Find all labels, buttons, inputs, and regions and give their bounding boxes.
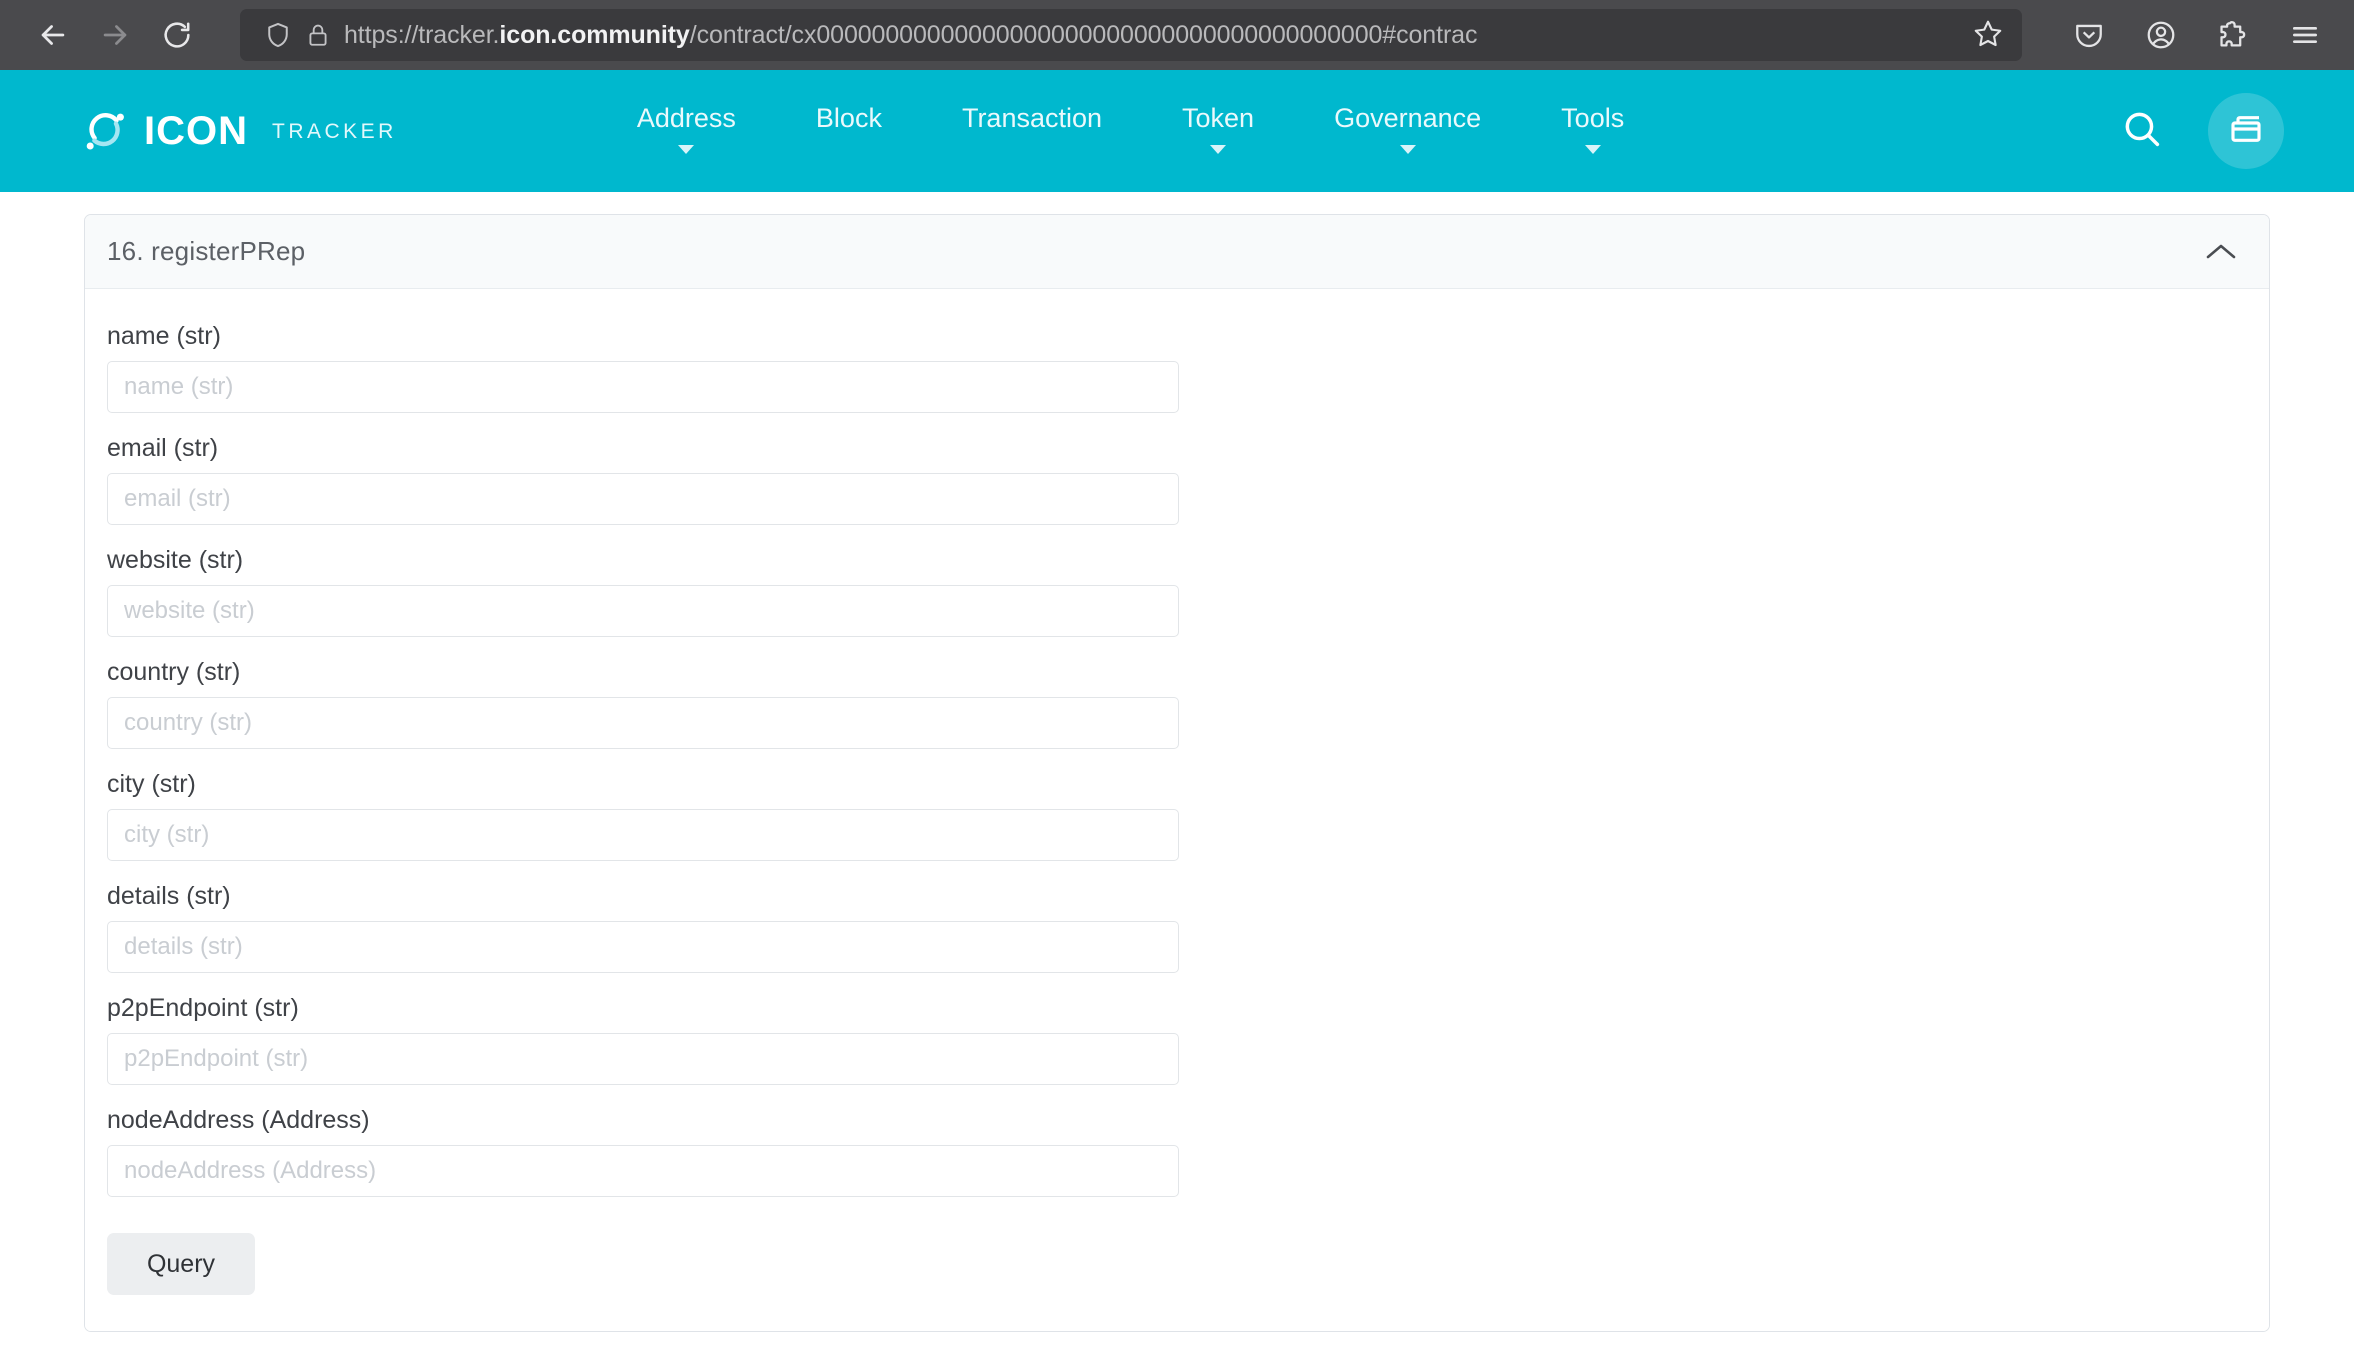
account-button[interactable]: [2134, 9, 2188, 61]
field-email: email (str): [107, 427, 2247, 525]
nav-label: Tools: [1561, 103, 1625, 133]
field-label: details (str): [107, 882, 231, 910]
chevron-up-icon[interactable]: [2201, 239, 2241, 265]
field-website: website (str): [107, 539, 2247, 637]
back-arrow-icon: [36, 18, 70, 52]
address-bar[interactable]: https://tracker.icon.community/contract/…: [240, 9, 2022, 61]
field-label: nodeAddress (Address): [107, 1106, 370, 1134]
details-input[interactable]: [107, 921, 1179, 973]
puzzle-piece-icon: [2217, 19, 2249, 51]
site-header: ICON TRACKER Address Block Transaction T…: [0, 70, 2354, 192]
url-host: icon.community: [499, 20, 690, 49]
browser-toolbar: https://tracker.icon.community/contract/…: [0, 0, 2354, 70]
chevron-down-icon: [1584, 145, 1601, 154]
url-path: /contract/cx0000000000000000000000000000…: [689, 20, 1478, 49]
nav-label: Governance: [1334, 103, 1482, 133]
field-label: city (str): [107, 770, 196, 798]
field-city: city (str): [107, 763, 2247, 861]
site-logo[interactable]: ICON TRACKER: [82, 108, 397, 154]
chevron-down-icon: [1210, 145, 1227, 154]
nav-item-token[interactable]: Token: [1142, 101, 1294, 161]
method-header-toggle[interactable]: 16. registerPRep: [85, 215, 2269, 289]
wallet-icon: [2226, 109, 2266, 154]
nav-item-transaction[interactable]: Transaction: [922, 101, 1142, 161]
main-navigation: Address Block Transaction Token Governan…: [597, 101, 1664, 161]
search-icon: [2120, 107, 2164, 156]
hamburger-menu-icon: [2289, 19, 2321, 51]
account-icon: [2145, 19, 2177, 51]
field-nodeaddress: nodeAddress (Address): [107, 1099, 2247, 1197]
query-button[interactable]: Query: [107, 1233, 255, 1295]
field-label: p2pEndpoint (str): [107, 994, 299, 1022]
field-details: details (str): [107, 875, 2247, 973]
chevron-down-icon: [1399, 145, 1416, 154]
method-card-expanded: 16. registerPRep name (str) email (str) …: [84, 214, 2270, 1332]
shield-icon[interactable]: [258, 15, 298, 55]
icon-swirl-logo: [82, 108, 128, 154]
chevron-down-icon: [678, 145, 695, 154]
email-input[interactable]: [107, 473, 1179, 525]
pocket-icon: [2073, 19, 2105, 51]
url-text: https://tracker.icon.community/contract/…: [344, 21, 1964, 50]
pocket-button[interactable]: [2062, 9, 2116, 61]
method-title: 16. registerPRep: [107, 236, 306, 266]
reload-icon: [161, 19, 193, 51]
url-scheme: https://tracker.: [344, 20, 500, 49]
forward-button[interactable]: [84, 9, 146, 61]
browser-toolbar-right: [2062, 9, 2332, 61]
app-menu-button[interactable]: [2278, 9, 2332, 61]
reload-button[interactable]: [146, 9, 208, 61]
p2pendpoint-input[interactable]: [107, 1033, 1179, 1085]
country-input[interactable]: [107, 697, 1179, 749]
header-actions: [2116, 70, 2284, 192]
name-input[interactable]: [107, 361, 1179, 413]
brand-subtitle: TRACKER: [272, 119, 397, 143]
field-label: email (str): [107, 434, 219, 462]
nodeaddress-input[interactable]: [107, 1145, 1179, 1197]
padlock-icon[interactable]: [298, 15, 338, 55]
city-input[interactable]: [107, 809, 1179, 861]
field-country: country (str): [107, 651, 2247, 749]
field-label: website (str): [107, 546, 244, 574]
bookmark-button[interactable]: [1964, 13, 2012, 57]
website-input[interactable]: [107, 585, 1179, 637]
forward-arrow-icon: [98, 18, 132, 52]
nav-item-tools[interactable]: Tools: [1521, 101, 1664, 161]
brand-name: ICON: [144, 109, 248, 153]
field-label: name (str): [107, 322, 221, 350]
nav-item-block[interactable]: Block: [776, 101, 922, 161]
star-icon: [1973, 18, 2003, 53]
extensions-button[interactable]: [2206, 9, 2260, 61]
wallet-button[interactable]: [2208, 93, 2284, 169]
nav-label: Token: [1182, 103, 1255, 133]
back-button[interactable]: [22, 9, 84, 61]
nav-item-governance[interactable]: Governance: [1294, 101, 1521, 161]
nav-item-address[interactable]: Address: [597, 101, 776, 161]
method-parameters-form: name (str) email (str) website (str) cou…: [85, 289, 2269, 1331]
field-name: name (str): [107, 315, 2247, 413]
search-button[interactable]: [2116, 105, 2168, 157]
contract-methods-panel: 16. registerPRep name (str) email (str) …: [0, 192, 2354, 1346]
nav-label: Transaction: [961, 103, 1103, 133]
nav-label: Block: [815, 103, 882, 133]
field-p2pendpoint: p2pEndpoint (str): [107, 987, 2247, 1085]
nav-label: Address: [636, 103, 736, 133]
field-label: country (str): [107, 658, 241, 686]
